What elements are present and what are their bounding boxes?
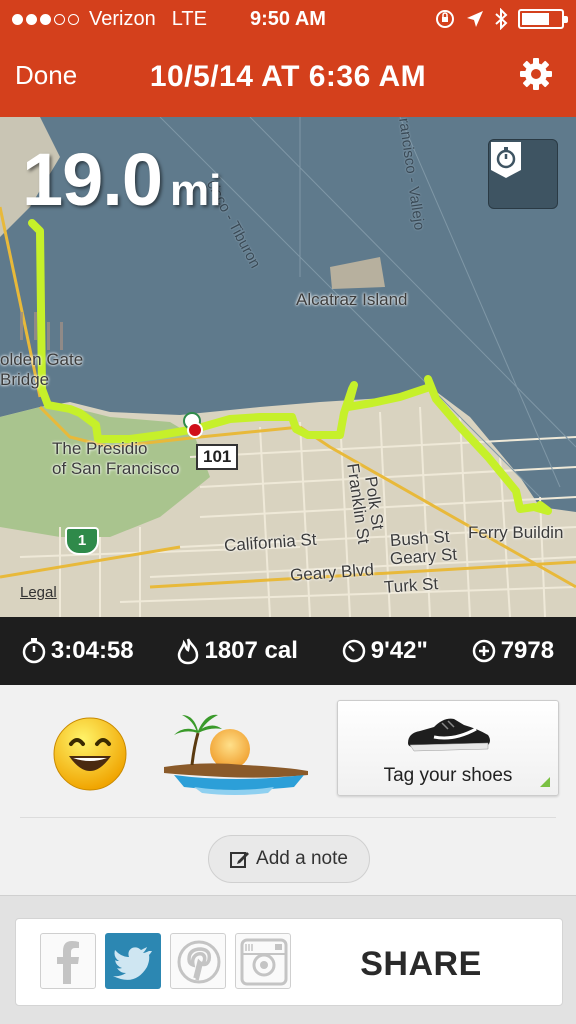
add-note-button[interactable]: Add a note xyxy=(208,835,370,883)
fuel-value: 7978 xyxy=(500,637,555,664)
pace-value: 9'42" xyxy=(370,637,428,664)
duration-stat: 3:04:58 xyxy=(22,637,134,665)
share-button[interactable]: SHARE xyxy=(346,945,496,984)
orientation-lock-icon xyxy=(436,10,454,28)
location-arrow-icon xyxy=(467,11,483,27)
legal-link[interactable]: Legal xyxy=(20,584,57,601)
route-map[interactable]: cisco - Tiburon rancisco - Vallejo Alcat… xyxy=(0,117,576,617)
facebook-icon xyxy=(57,941,79,984)
twitter-icon xyxy=(113,947,152,980)
top-bar: Verizon LTE 9:50 AM Done 10/5/14 AT 6:36… xyxy=(0,0,576,117)
share-section: SHARE xyxy=(0,895,576,1024)
page-title: 10/5/14 AT 6:36 AM xyxy=(149,60,427,93)
status-icons xyxy=(434,8,568,30)
gear-icon[interactable] xyxy=(518,56,554,92)
pace-stat: 9'42" xyxy=(342,637,428,665)
stopwatch-tag-icon xyxy=(491,142,521,178)
highway-101-shield: 101 xyxy=(196,444,239,470)
facebook-share-button[interactable] xyxy=(40,933,96,989)
run-tags-section: Tag your shoes Add a note xyxy=(0,685,576,895)
map-label-turk-st: Turk St xyxy=(383,574,439,597)
corner-indicator-icon xyxy=(540,777,550,787)
bluetooth-icon xyxy=(495,8,508,30)
fuel-stat: 7978 xyxy=(472,637,554,665)
edit-note-icon xyxy=(230,852,250,868)
instagram-share-button[interactable] xyxy=(235,933,291,989)
share-card: SHARE xyxy=(15,918,563,1006)
flame-icon xyxy=(178,638,199,665)
instagram-icon xyxy=(240,938,288,986)
section-divider xyxy=(20,817,556,818)
smiley-face-icon[interactable] xyxy=(51,714,129,792)
add-note-label: Add a note xyxy=(256,848,348,869)
nikefuel-icon xyxy=(472,639,495,663)
calories-stat: 1807 cal xyxy=(177,637,298,665)
header: Done 10/5/14 AT 6:36 AM xyxy=(0,38,576,117)
speedometer-icon xyxy=(342,639,365,663)
stats-bar: 3:04:58 1807 cal 9'42" 7978 xyxy=(0,617,576,685)
tag-shoes-button[interactable]: Tag your shoes xyxy=(337,700,559,796)
distance-unit: mi xyxy=(170,166,222,215)
tag-shoes-label: Tag your shoes xyxy=(383,765,513,786)
battery-icon xyxy=(518,9,568,29)
stopwatch-icon xyxy=(22,638,46,664)
highway-1-shield: 1 xyxy=(65,527,99,555)
map-label-ferry-building: Ferry Buildin xyxy=(468,523,564,542)
pinterest-share-button[interactable] xyxy=(170,933,226,989)
map-label-presidio: The Presidio of San Francisco xyxy=(52,439,180,478)
pinterest-icon xyxy=(177,940,221,984)
distance-readout: 19.0 mi xyxy=(22,137,221,222)
status-bar: Verizon LTE 9:50 AM xyxy=(0,0,576,38)
running-shoe-icon xyxy=(408,718,490,752)
twitter-share-button[interactable] xyxy=(105,933,161,989)
distance-value: 19.0 xyxy=(22,138,163,221)
map-label-alcatraz: Alcatraz Island xyxy=(296,290,408,309)
duration-value: 3:04:58 xyxy=(50,637,134,664)
map-label-golden-gate: olden Gate Bridge xyxy=(0,350,84,389)
map-label-bush-st: Bush St xyxy=(389,526,451,551)
calories-value: 1807 cal xyxy=(204,637,298,664)
splits-button[interactable] xyxy=(488,139,558,209)
beach-island-icon[interactable] xyxy=(164,707,308,803)
